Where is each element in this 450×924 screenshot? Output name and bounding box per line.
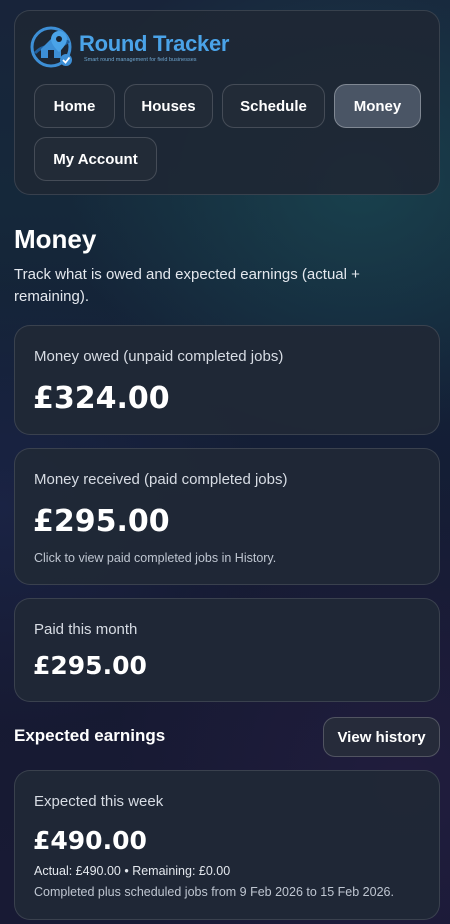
nav-my-account-button[interactable]: My Account: [34, 137, 157, 181]
nav-schedule-button[interactable]: Schedule: [222, 84, 325, 128]
money-owed-value: £324.00: [33, 381, 170, 416]
expected-week-value: £490.00: [33, 826, 147, 855]
nav-home-button[interactable]: Home: [34, 84, 115, 128]
page-title: Money: [14, 224, 97, 254]
page-subtitle: Track what is owed and expected earnings…: [14, 266, 360, 305]
paid-this-month-card: Paid this month £295.00: [14, 598, 440, 702]
brand-name: Round Tracker: [79, 31, 230, 56]
nav-houses-button[interactable]: Houses: [124, 84, 213, 128]
view-history-button[interactable]: View history: [323, 717, 440, 757]
expected-this-week-card: Expected this week £490.00 Actual: £490.…: [14, 770, 440, 920]
paid-this-month-value: £295.00: [33, 651, 147, 680]
money-received-note: Click to view paid completed jobs in His…: [34, 551, 277, 565]
money-owed-card: Money owed (unpaid completed jobs) £324.…: [14, 325, 440, 435]
nav-money-button[interactable]: Money: [334, 84, 421, 128]
money-owed-label: Money owed (unpaid completed jobs): [34, 348, 284, 365]
money-received-label: Money received (paid completed jobs): [34, 471, 288, 488]
money-received-value: £295.00: [33, 504, 170, 539]
house-location-logo-icon: [30, 26, 72, 68]
expected-range-note: Completed plus scheduled jobs from 9 Feb…: [34, 885, 394, 899]
brand-tagline: Smart round management for field busines…: [84, 57, 197, 63]
expected-earnings-title: Expected earnings: [14, 726, 166, 745]
brand-logo[interactable]: Round Tracker Smart round management for…: [29, 25, 229, 71]
app-header: Round Tracker Smart round management for…: [14, 10, 440, 195]
expected-breakdown: Actual: £490.00 • Remaining: £0.00: [34, 864, 231, 878]
expected-week-label: Expected this week: [34, 793, 164, 810]
money-received-card[interactable]: Money received (paid completed jobs) £29…: [14, 448, 440, 585]
paid-this-month-label: Paid this month: [34, 621, 138, 638]
